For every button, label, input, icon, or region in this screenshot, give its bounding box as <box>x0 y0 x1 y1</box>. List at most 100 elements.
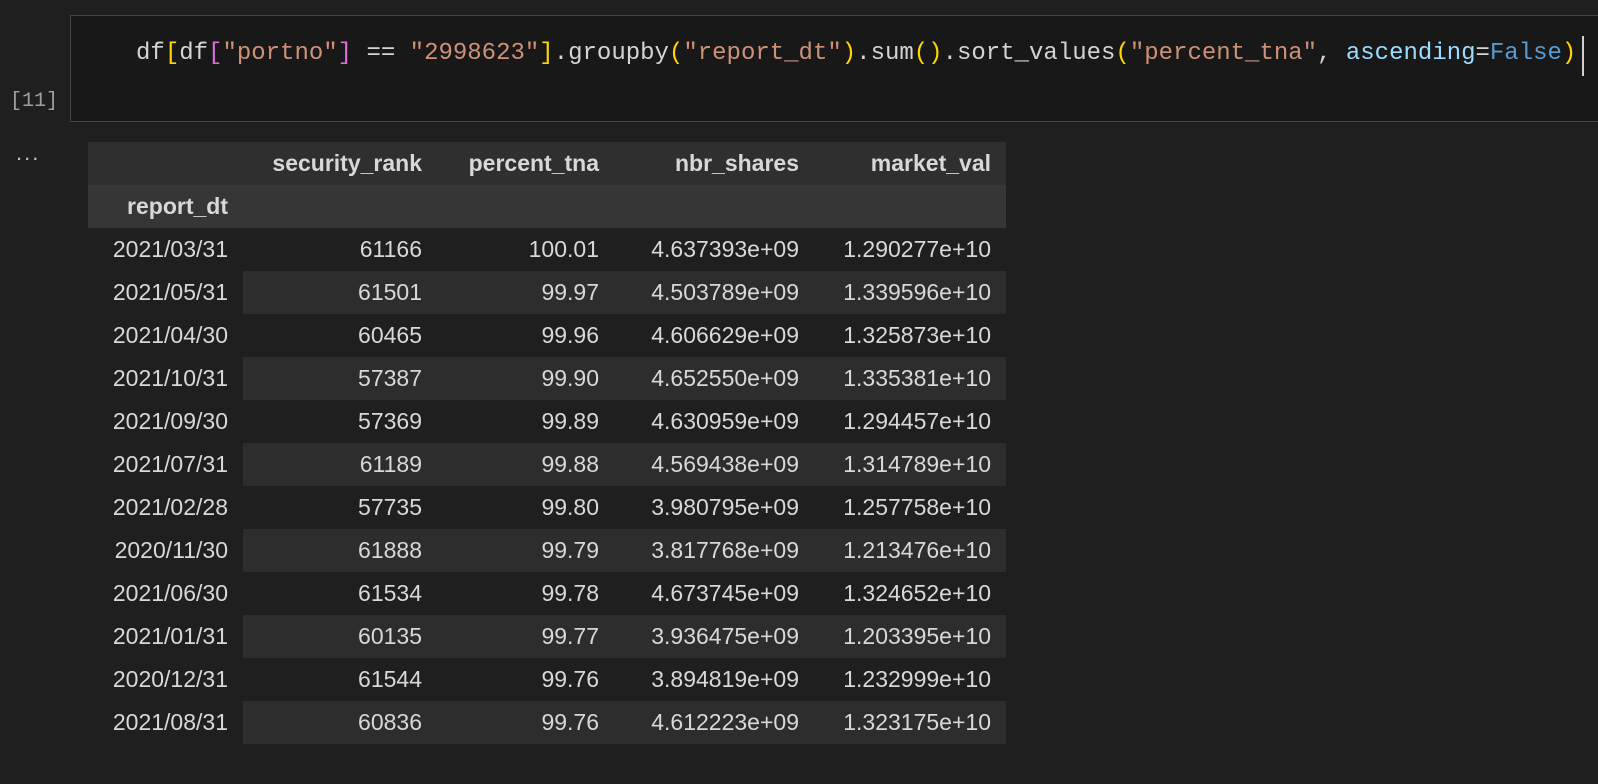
table-cell: 61501 <box>243 271 437 314</box>
code-token: "portno" <box>222 40 338 67</box>
code-line[interactable]: df[df["portno"] == "2998623"].groupby("r… <box>136 40 1576 67</box>
table-cell: 61166 <box>243 228 437 271</box>
corner-cell <box>88 142 243 185</box>
table-cell: 61534 <box>243 572 437 615</box>
table-row: 2020/12/31 61544 99.76 3.894819e+09 1.232999… <box>88 658 1006 701</box>
code-token: .groupby <box>553 40 669 67</box>
table-cell: 99.79 <box>437 529 614 572</box>
column-header: nbr_shares <box>614 142 814 185</box>
table-cell: 3.936475e+09 <box>614 615 814 658</box>
table-cell: 1.257758e+10 <box>814 486 1006 529</box>
code-token: ( <box>1115 40 1130 67</box>
row-index-cell: 2021/06/30 <box>112 580 228 606</box>
table-cell: 4.652550e+09 <box>614 357 814 400</box>
table-row: 2021/09/30 57369 99.89 4.630959e+09 1.294457… <box>88 400 1006 443</box>
row-index-cell: 2020/12/31 <box>112 666 228 692</box>
table-cell: 61189 <box>243 443 437 486</box>
execution-count: [11] <box>10 90 59 113</box>
table-cell: 1.324652e+10 <box>814 572 1006 615</box>
table-cell: 4.503789e+09 <box>614 271 814 314</box>
code-token: .sort_values <box>942 40 1116 67</box>
table-cell: 4.612223e+09 <box>614 701 814 744</box>
code-token: "2998623" <box>409 40 540 67</box>
table-row: 2021/06/30 61534 99.78 4.673745e+09 1.324652… <box>88 572 1006 615</box>
table-cell: 57735 <box>243 486 437 529</box>
code-token: = <box>1475 40 1490 67</box>
output-more-actions-button[interactable]: ... <box>16 140 40 166</box>
code-token: "report_dt" <box>683 40 842 67</box>
code-token: ] <box>539 40 554 67</box>
table-cell: 1.290277e+10 <box>814 228 1006 271</box>
table-cell: 99.90 <box>437 357 614 400</box>
row-index-cell: 2021/07/31 <box>112 451 228 477</box>
index-name-row: report_dt <box>88 185 1006 228</box>
row-index-cell: 2021/03/31 <box>112 236 228 262</box>
code-token: .sum <box>856 40 914 67</box>
table-cell: 99.80 <box>437 486 614 529</box>
code-token: , <box>1317 40 1346 67</box>
table-cell: 3.980795e+09 <box>614 486 814 529</box>
table-row: 2021/07/31 61189 99.88 4.569438e+09 1.314789… <box>88 443 1006 486</box>
empty-header-cell <box>243 185 437 228</box>
table-cell: 60465 <box>243 314 437 357</box>
table-row: 2021/10/31 57387 99.90 4.652550e+09 1.335381… <box>88 357 1006 400</box>
table-cell: 1.323175e+10 <box>814 701 1006 744</box>
editor-scroll-edge <box>1582 36 1584 76</box>
column-header: percent_tna <box>437 142 614 185</box>
column-header-row: security_rank percent_tna nbr_shares mar… <box>88 142 1006 185</box>
code-token: () <box>913 40 943 67</box>
table-cell: 60135 <box>243 615 437 658</box>
table-cell: 99.89 <box>437 400 614 443</box>
table-cell: 1.339596e+10 <box>814 271 1006 314</box>
table-cell: 1.335381e+10 <box>814 357 1006 400</box>
code-token: [ <box>164 40 180 67</box>
table-cell: 100.01 <box>437 228 614 271</box>
table-cell: 60836 <box>243 701 437 744</box>
table-cell: 99.96 <box>437 314 614 357</box>
table-cell: 1.325873e+10 <box>814 314 1006 357</box>
code-token: ascending <box>1345 40 1476 67</box>
table-row: 2021/02/28 57735 99.80 3.980795e+09 1.257758… <box>88 486 1006 529</box>
code-token: [ <box>208 40 223 67</box>
code-token: == <box>352 40 410 67</box>
table-row: 2021/03/31 61166 100.01 4.637393e+09 1.29027… <box>88 228 1006 271</box>
table-cell: 4.673745e+09 <box>614 572 814 615</box>
table-cell: 4.606629e+09 <box>614 314 814 357</box>
row-index-cell: 2021/01/31 <box>112 623 228 649</box>
table-row: 2020/11/30 61888 99.79 3.817768e+09 1.213476… <box>88 529 1006 572</box>
table-cell: 1.232999e+10 <box>814 658 1006 701</box>
code-token: ] <box>337 40 353 67</box>
code-cell-editor[interactable]: df[df["portno"] == "2998623"].groupby("r… <box>70 15 1598 122</box>
table-cell: 99.78 <box>437 572 614 615</box>
row-index-cell: 2021/04/30 <box>112 322 228 348</box>
table-cell: 4.569438e+09 <box>614 443 814 486</box>
table-cell: 61888 <box>243 529 437 572</box>
row-index-cell: 2021/09/30 <box>112 408 228 434</box>
table-cell: 99.76 <box>437 701 614 744</box>
table-cell: 4.637393e+09 <box>614 228 814 271</box>
code-token: "percent_tna" <box>1129 40 1318 67</box>
code-token: ) <box>1561 40 1577 67</box>
table-cell: 61544 <box>243 658 437 701</box>
table-cell: 99.77 <box>437 615 614 658</box>
table-row: 2021/01/31 60135 99.77 3.936475e+09 1.203395… <box>88 615 1006 658</box>
table-cell: 3.894819e+09 <box>614 658 814 701</box>
table-cell: 99.97 <box>437 271 614 314</box>
table-body: 2021/03/31 61166 100.01 4.637393e+09 1.29027… <box>88 228 1006 744</box>
row-index-cell: 2021/02/28 <box>112 494 228 520</box>
code-token: df <box>179 40 209 67</box>
table-cell: 3.817768e+09 <box>614 529 814 572</box>
code-token: ) <box>841 40 857 67</box>
empty-header-cell <box>437 185 614 228</box>
row-index-cell: 2021/08/31 <box>112 709 228 735</box>
code-token: False <box>1489 40 1562 67</box>
table-row: 2021/05/31 61501 99.97 4.503789e+09 1.339596… <box>88 271 1006 314</box>
table-cell: 1.314789e+10 <box>814 443 1006 486</box>
row-index-cell: 2021/05/31 <box>112 279 228 305</box>
code-token: df <box>136 40 165 67</box>
table-cell: 1.213476e+10 <box>814 529 1006 572</box>
table-cell: 57369 <box>243 400 437 443</box>
column-header: security_rank <box>243 142 437 185</box>
empty-header-cell <box>814 185 1006 228</box>
table-row: 2021/08/31 60836 99.76 4.612223e+09 1.323175… <box>88 701 1006 744</box>
